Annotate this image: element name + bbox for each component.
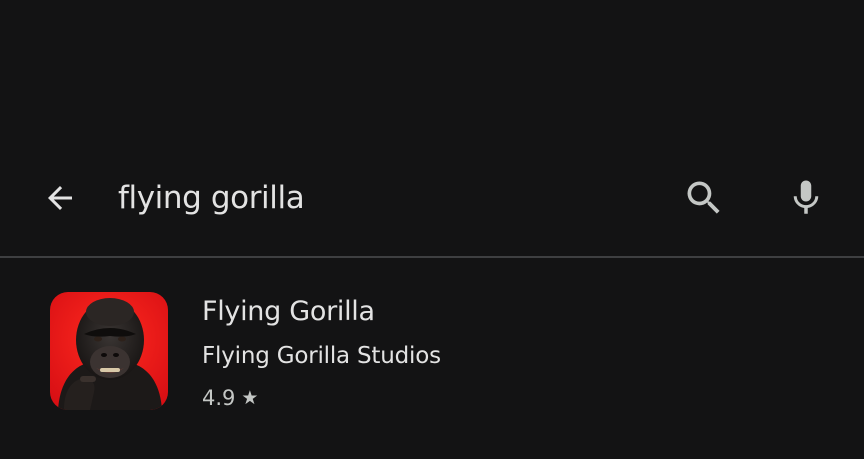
microphone-icon	[793, 180, 819, 214]
search-button[interactable]	[676, 174, 732, 222]
arrow-back-icon	[48, 186, 72, 210]
app-name: Flying Gorilla	[202, 296, 375, 327]
search-bar	[0, 158, 864, 238]
app-rating: 4.9 ★	[202, 386, 258, 410]
search-results-page: Flying Gorilla Flying Gorilla Studios 4.…	[0, 0, 864, 459]
list-item[interactable]: Flying Gorilla Flying Gorilla Studios 4.…	[0, 276, 864, 426]
app-developer: Flying Gorilla Studios	[202, 343, 441, 369]
gorilla-icon	[50, 292, 168, 410]
search-divider	[0, 256, 864, 258]
search-input[interactable]	[118, 176, 638, 220]
search-icon	[687, 181, 720, 214]
back-button[interactable]	[30, 176, 90, 220]
star-icon: ★	[241, 386, 259, 409]
rating-value: 4.9	[202, 386, 236, 410]
app-icon[interactable]	[50, 292, 168, 410]
voice-search-button[interactable]	[778, 174, 834, 222]
